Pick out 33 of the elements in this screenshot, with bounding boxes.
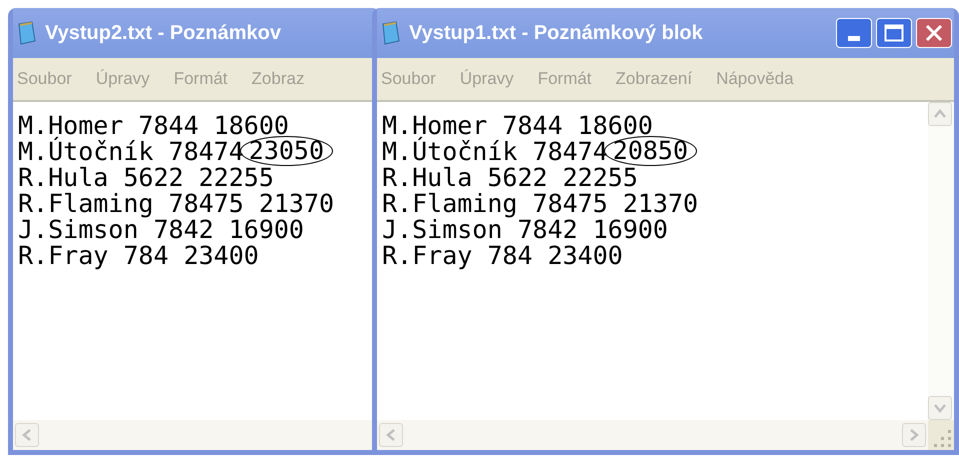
scroll-down-button[interactable] [928,396,952,420]
arrow-up-icon [934,108,946,120]
window-title: Vystup1.txt - Poznámkový blok [409,21,703,46]
close-icon [925,24,943,42]
menu-item[interactable]: Formát [538,66,592,92]
scroll-left-button[interactable] [15,423,39,447]
horizontal-scrollbar[interactable] [13,420,375,450]
arrow-right-icon [908,429,920,441]
menu-item[interactable]: Formát [174,66,228,92]
menu-item[interactable]: Soubor [17,66,72,92]
maximize-button[interactable] [876,18,912,48]
window-title: Vystup2.txt - Poznámkov [45,21,281,46]
scroll-up-button[interactable] [928,102,952,126]
arrow-down-icon [934,402,946,414]
menu-item[interactable]: Zobrazení [616,66,692,92]
close-button[interactable] [916,18,952,48]
horizontal-scrollbar[interactable] [377,420,928,450]
menu-item[interactable]: Zobraz [252,66,304,92]
arrow-left-icon [21,429,33,441]
menu-item[interactable]: Úpravy [460,66,514,92]
menu-item[interactable]: Nápověda [716,66,794,92]
text-line: R.Fray 784 23400 [18,240,259,270]
arrow-left-icon [385,429,397,441]
menu-item[interactable]: Úpravy [96,66,150,92]
minimize-button[interactable] [836,18,872,48]
minimize-icon [848,36,860,41]
menu-item[interactable]: Soubor [381,66,436,92]
text-line: R.Fray 784 23400 [382,240,623,270]
scroll-left-button[interactable] [379,423,403,447]
vertical-scrollbar[interactable] [928,102,954,420]
maximize-icon [884,24,904,42]
scroll-right-button[interactable] [902,423,926,447]
resize-grip-icon [928,420,954,450]
